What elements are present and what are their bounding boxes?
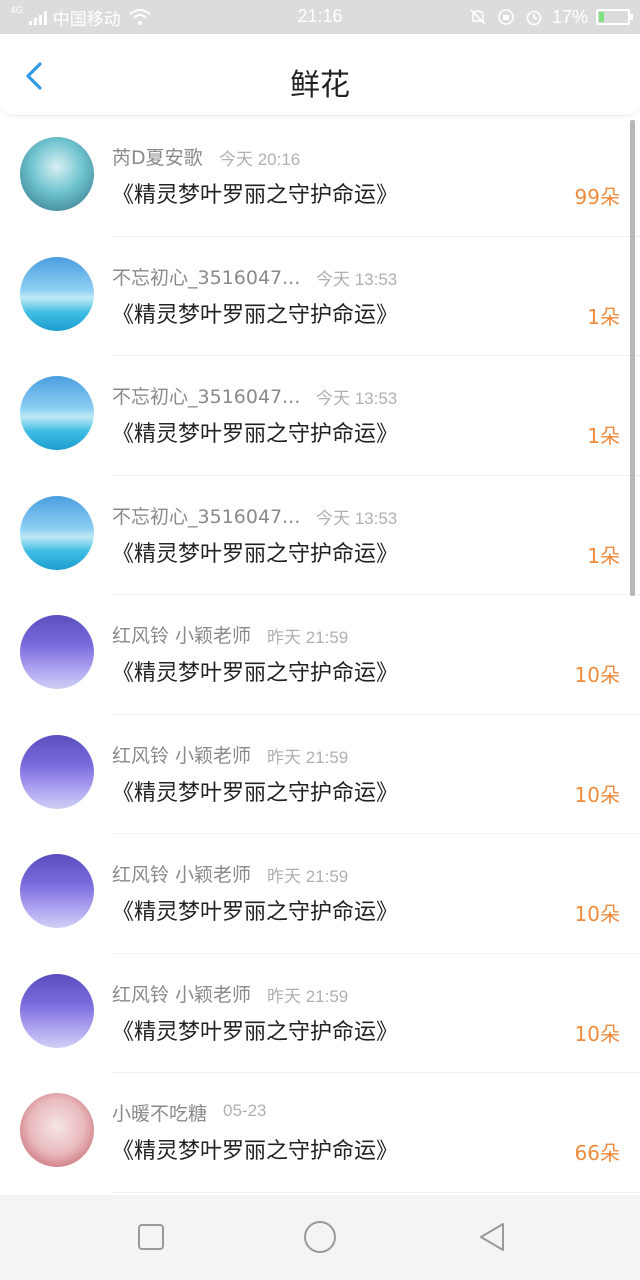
sender-name[interactable]: 小暖不吃糖 xyxy=(112,1099,207,1126)
flower-count: 10朵 xyxy=(574,1021,620,1046)
sent-time: 昨天 21:59 xyxy=(267,628,349,647)
battery-level xyxy=(599,12,604,22)
page-title: 鲜花 xyxy=(290,68,350,103)
home-button[interactable] xyxy=(300,1217,340,1257)
mute-icon xyxy=(468,7,488,27)
anime-avatar[interactable] xyxy=(20,137,94,211)
sky-avatar[interactable] xyxy=(20,615,94,689)
sky-avatar[interactable] xyxy=(20,854,94,928)
sent-time: 今天 13:53 xyxy=(316,508,398,528)
sent-time: 05-23 xyxy=(223,1101,267,1120)
sender-name[interactable]: 红风铃 小颖老师 xyxy=(112,621,251,648)
beach-avatar[interactable] xyxy=(20,376,94,450)
sender-name[interactable]: 不忘初心_3516047... xyxy=(112,502,300,529)
flower-count: 1朵 xyxy=(587,543,620,568)
flower-count: 66朵 xyxy=(574,1141,620,1165)
nav-back-button[interactable] xyxy=(472,1217,512,1257)
girl-avatar[interactable] xyxy=(20,1093,94,1167)
flower-count: 10朵 xyxy=(574,782,620,807)
status-right: 17% xyxy=(468,0,633,34)
sent-time: 昨天 21:59 xyxy=(267,747,349,767)
system-nav-bar xyxy=(0,1195,640,1280)
beach-avatar[interactable] xyxy=(20,495,94,570)
flower-count: 1朵 xyxy=(587,304,620,329)
status-bar: 4G 中国移动 21:16 17% xyxy=(0,0,640,34)
list-item[interactable]: 不忘初心_3516047... 今天 13:53 《精灵梦叶罗丽之守护命运》 1朵 xyxy=(0,476,640,595)
sender-name[interactable]: 芮D夏安歌 xyxy=(112,143,203,170)
sender-name[interactable]: 红风铃 小颖老师 xyxy=(112,741,251,768)
book-title: 《精灵梦叶罗丽之守护命运》 xyxy=(112,302,399,328)
book-title: 《精灵梦叶罗丽之守护命运》 xyxy=(112,780,399,806)
sent-time: 昨天 21:59 xyxy=(267,867,349,886)
sync-icon xyxy=(496,7,516,27)
list-item[interactable]: 红风铃 小颖老师 昨天 21:59 《精灵梦叶罗丽之守护命运》 10朵 xyxy=(0,715,640,834)
flower-count: 99朵 xyxy=(574,185,620,209)
sender-name[interactable]: 不忘初心_3516047... xyxy=(112,263,300,290)
list-item[interactable]: 不忘初心_3516047... 今天 13:53 《精灵梦叶罗丽之守护命运》 1朵 xyxy=(0,237,640,356)
scrollbar[interactable] xyxy=(630,120,635,596)
home-icon xyxy=(304,1221,336,1253)
sender-name[interactable]: 红风铃 小颖老师 xyxy=(112,980,251,1007)
list-item[interactable]: 红风铃 小颖老师 昨天 21:59 《精灵梦叶罗丽之守护命运》 10朵 xyxy=(0,595,640,715)
book-title: 《精灵梦叶罗丽之守护命运》 xyxy=(112,900,399,925)
app-header: 鲜花 xyxy=(0,34,640,116)
sent-time: 今天 13:53 xyxy=(316,389,398,408)
divider xyxy=(112,1191,640,1193)
book-title: 《精灵梦叶罗丽之守护命运》 xyxy=(112,183,399,208)
alarm-icon xyxy=(524,7,544,27)
battery-icon xyxy=(596,9,633,25)
book-title: 《精灵梦叶罗丽之守护命运》 xyxy=(112,541,399,567)
book-title: 《精灵梦叶罗丽之守护命运》 xyxy=(112,661,399,686)
flower-count: 10朵 xyxy=(574,902,620,926)
flower-list[interactable]: 芮D夏安歌 今天 20:16 《精灵梦叶罗丽之守护命运》 99朵不忘初心_351604… xyxy=(0,117,640,1195)
recent-apps-button[interactable] xyxy=(131,1217,171,1257)
beach-avatar[interactable] xyxy=(20,256,94,331)
list-item[interactable]: 小暖不吃糖 05-23 《精灵梦叶罗丽之守护命运》 66朵 xyxy=(0,1073,640,1193)
sender-name[interactable]: 不忘初心_3516047... xyxy=(112,382,300,409)
list-item[interactable]: 红风铃 小颖老师 昨天 21:59 《精灵梦叶罗丽之守护命运》 10朵 xyxy=(0,954,640,1073)
list-item[interactable]: 不忘初心_3516047... 今天 13:53 《精灵梦叶罗丽之守护命运》 1朵 xyxy=(0,356,640,476)
book-title: 《精灵梦叶罗丽之守护命运》 xyxy=(112,422,399,447)
sent-time: 今天 13:53 xyxy=(316,269,398,289)
back-triangle-icon xyxy=(480,1223,504,1251)
recent-apps-icon xyxy=(138,1224,164,1250)
flower-count: 10朵 xyxy=(574,663,620,687)
book-title: 《精灵梦叶罗丽之守护命运》 xyxy=(112,1019,399,1045)
sky-avatar[interactable] xyxy=(20,973,94,1048)
sender-name[interactable]: 红风铃 小颖老师 xyxy=(112,860,251,887)
flower-count: 1朵 xyxy=(587,424,620,448)
battery-percent: 17% xyxy=(551,6,588,27)
sky-avatar[interactable] xyxy=(20,734,94,809)
list-item[interactable]: 红风铃 小颖老师 昨天 21:59 《精灵梦叶罗丽之守护命运》 10朵 xyxy=(0,834,640,954)
book-title: 《精灵梦叶罗丽之守护命运》 xyxy=(112,1139,399,1164)
sent-time: 昨天 21:59 xyxy=(267,986,349,1006)
list-item[interactable]: 芮D夏安歌 今天 20:16 《精灵梦叶罗丽之守护命运》 99朵 xyxy=(0,117,640,237)
sent-time: 今天 20:16 xyxy=(219,150,301,169)
